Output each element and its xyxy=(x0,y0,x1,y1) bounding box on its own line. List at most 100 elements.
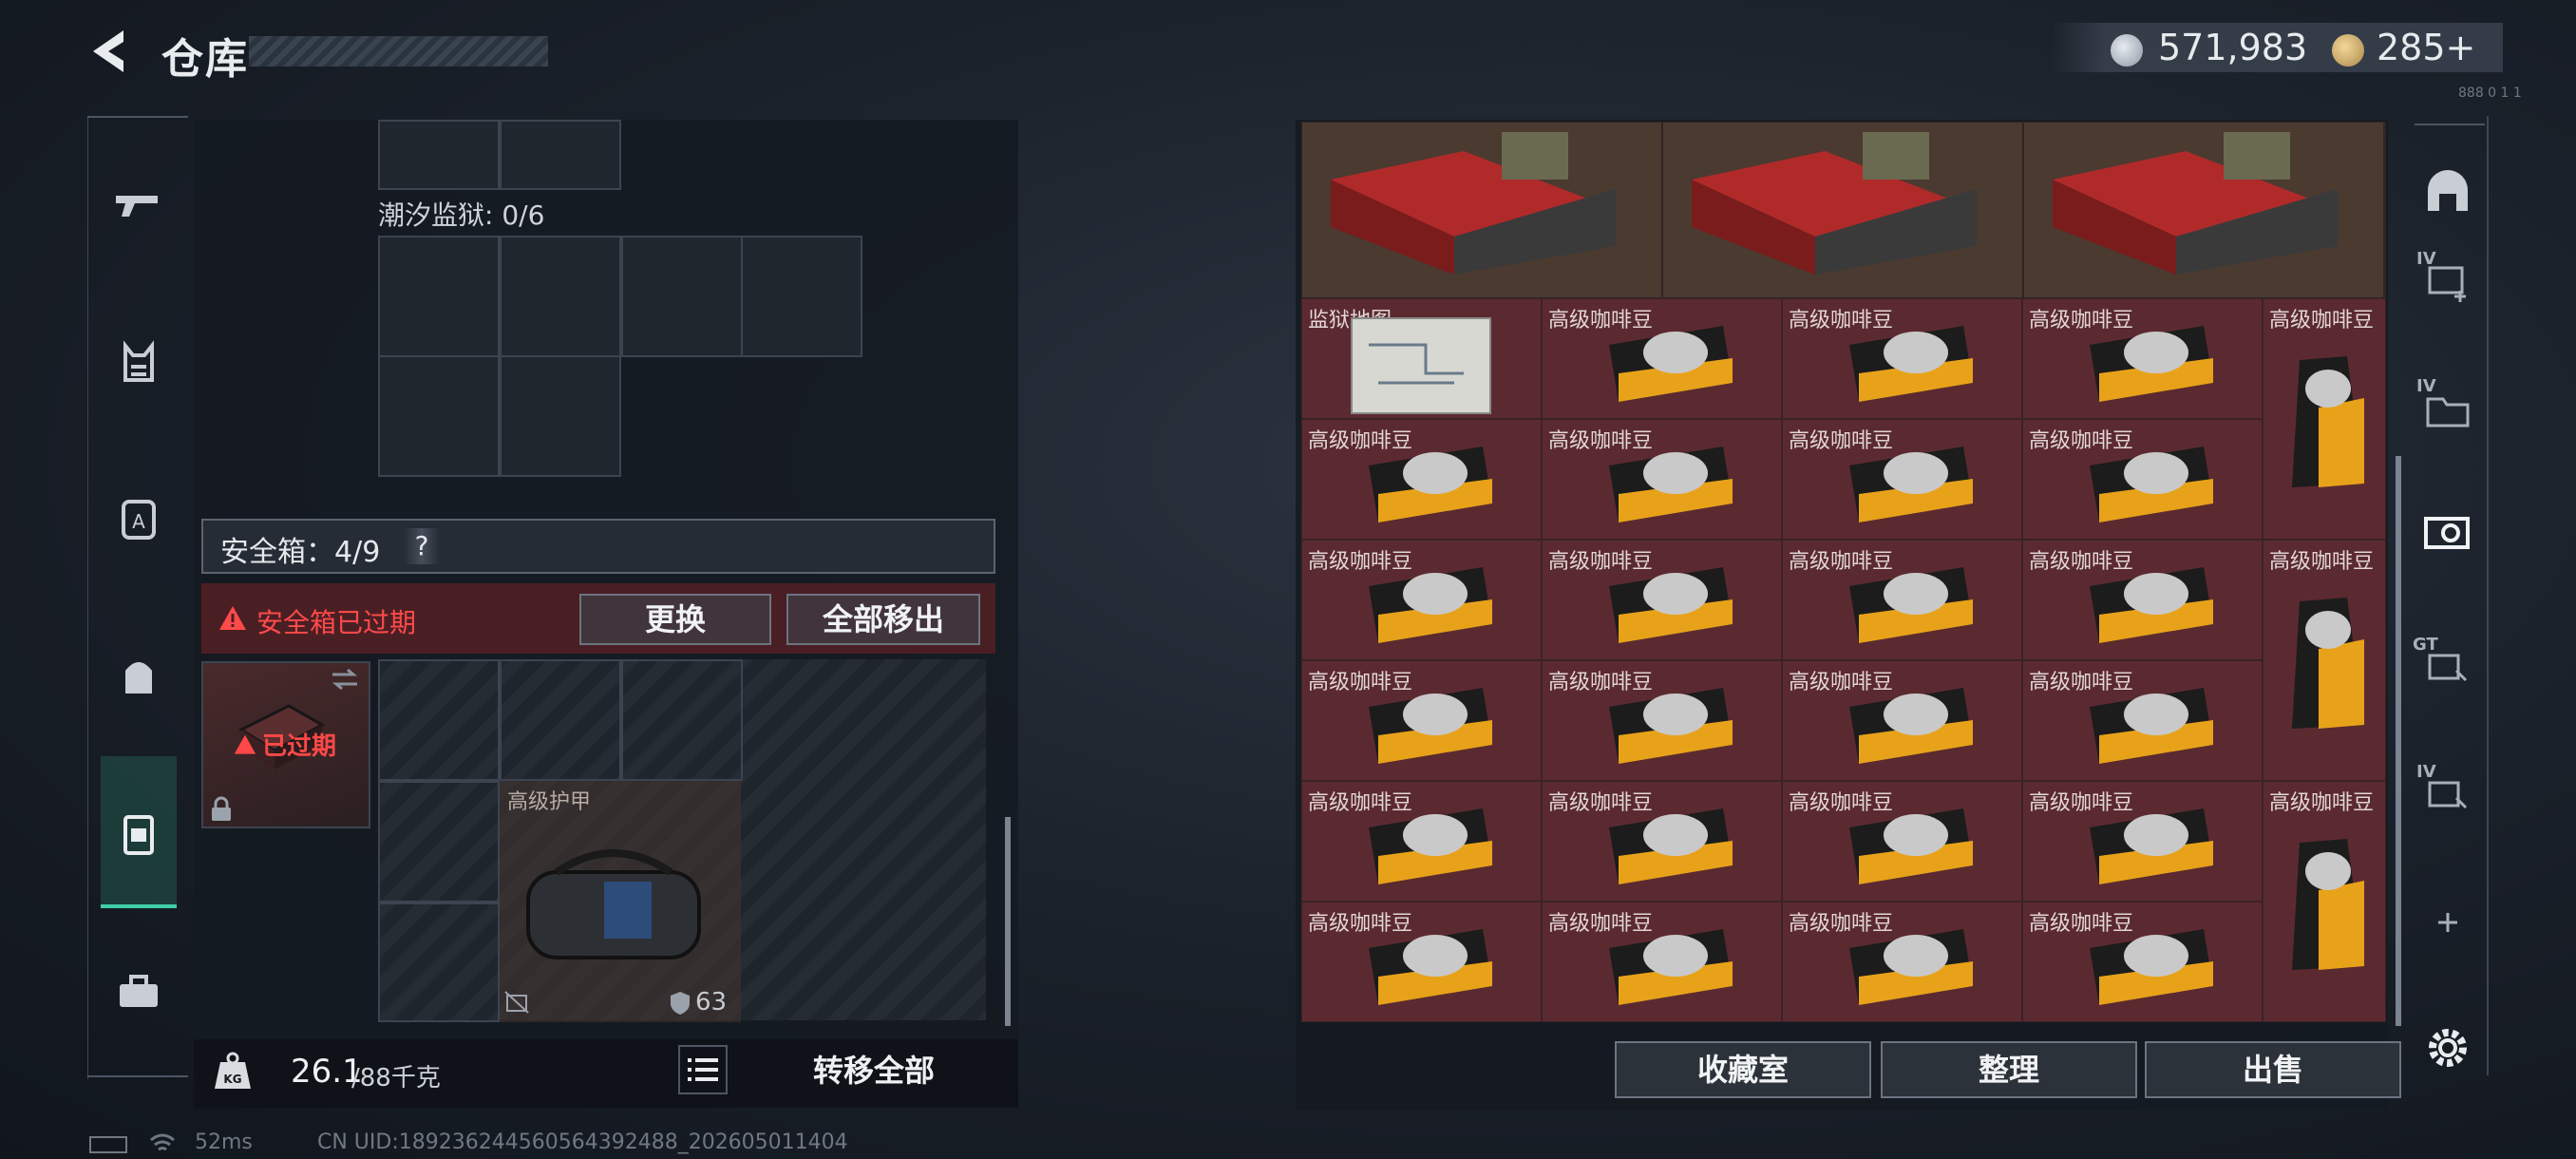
backpack-a-icon[interactable]: A xyxy=(104,484,173,553)
coffee-bag-image xyxy=(1849,808,1973,884)
grid-slot[interactable] xyxy=(378,236,500,357)
safebox-icon[interactable] xyxy=(104,800,173,868)
vest-icon[interactable] xyxy=(104,329,173,397)
coffee-bean-item[interactable]: 高级咖啡豆 xyxy=(1542,540,1782,660)
coffee-bean-item[interactable]: 高级咖啡豆 xyxy=(1542,902,1782,1022)
move-all-out-button[interactable]: 全部移出 xyxy=(786,594,980,645)
coffee-bean-item[interactable]: 高级咖啡豆 xyxy=(1301,540,1542,660)
supply-crate-image xyxy=(1692,132,1977,275)
prison-map-item[interactable]: 监狱地图 xyxy=(1301,298,1542,419)
collection-room-button[interactable]: 收藏室 xyxy=(1615,1041,1871,1098)
coffee-bean-item[interactable]: 高级咖啡豆 xyxy=(1782,419,2022,540)
replace-button[interactable]: 更换 xyxy=(579,594,771,645)
coffee-bean-item[interactable]: 高级咖啡豆 xyxy=(1542,298,1782,419)
supply-crate-item[interactable] xyxy=(2023,122,2384,298)
transfer-all-button[interactable]: 转移全部 xyxy=(750,1045,997,1096)
coffee-bean-item[interactable]: 高级咖啡豆 xyxy=(2022,902,2263,1022)
armor-bag-image xyxy=(526,849,701,960)
grid-tab-icon[interactable] xyxy=(2415,633,2481,699)
coffee-bean-item[interactable]: 高级咖啡豆 xyxy=(1782,298,2022,419)
warning-icon xyxy=(219,606,246,630)
sort-button[interactable]: 整理 xyxy=(1881,1041,2137,1098)
back-arrow-icon[interactable] xyxy=(85,25,139,78)
coffee-bean-item[interactable]: 高级咖啡豆 xyxy=(1782,902,2022,1022)
grid-slot[interactable] xyxy=(621,659,743,781)
grid-slot[interactable] xyxy=(621,236,743,357)
folder-icon[interactable] xyxy=(2415,376,2481,443)
grid-slot[interactable] xyxy=(500,120,621,190)
coffee-bag-image xyxy=(1609,567,1733,643)
weapon-icon[interactable] xyxy=(104,169,173,238)
grid-slot[interactable] xyxy=(500,236,621,357)
stash-scrollbar[interactable] xyxy=(2396,456,2401,1026)
coffee-bag-image xyxy=(1849,446,1973,522)
coffee-bag-image xyxy=(2090,808,2213,884)
left-category-nav xyxy=(87,116,191,1079)
grid-slot[interactable] xyxy=(378,781,500,902)
coffee-bag-large-image xyxy=(2292,839,2364,970)
grid-slot[interactable] xyxy=(378,659,500,781)
coffee-bean-item[interactable]: 高级咖啡豆 xyxy=(2022,419,2263,540)
coffee-bean-item[interactable]: 高级咖啡豆 xyxy=(1301,902,1542,1022)
grid-tab-icon[interactable] xyxy=(2415,760,2481,826)
safebox-expired-label: 已过期 xyxy=(262,732,337,761)
toolbox-icon[interactable] xyxy=(104,960,173,1028)
coffee-bean-item[interactable]: 高级咖啡豆 xyxy=(1782,660,2022,781)
coffee-bean-item[interactable]: 高级咖啡豆 xyxy=(1542,781,1782,902)
svg-text:KG: KG xyxy=(223,1073,241,1086)
coffee-bag-large-image xyxy=(2292,598,2364,729)
coffee-bean-item[interactable]: 高级咖啡豆 xyxy=(2022,660,2263,781)
armor-item[interactable] xyxy=(500,781,741,1022)
coffee-bag-image xyxy=(1369,446,1492,522)
coffee-bag-large-image xyxy=(2292,356,2364,487)
coffee-bean-item[interactable]: 高级咖啡豆 xyxy=(2022,298,2263,419)
coffee-bean-large-item[interactable]: 高级咖啡豆 xyxy=(2263,298,2386,540)
coffee-bean-item[interactable]: 高级咖啡豆 xyxy=(1301,660,1542,781)
inventory-scrollbar[interactable] xyxy=(1005,817,1011,1026)
grid-slot[interactable] xyxy=(378,902,500,1022)
list-icon[interactable] xyxy=(678,1045,728,1094)
grid-slot[interactable] xyxy=(500,355,621,477)
add-tab-icon[interactable] xyxy=(2415,249,2481,315)
coffee-bean-large-item[interactable]: 高级咖啡豆 xyxy=(2263,781,2386,1022)
vault-icon[interactable] xyxy=(2415,500,2481,566)
swap-icon[interactable] xyxy=(329,667,361,692)
coffee-bag-image xyxy=(1849,567,1973,643)
coffee-bag-image xyxy=(1369,688,1492,764)
grid-slot[interactable] xyxy=(378,120,500,190)
gold-coin-icon xyxy=(2332,34,2364,66)
currency-secondary-value[interactable]: 285+ xyxy=(2377,27,2475,68)
coffee-bean-item[interactable]: 高级咖啡豆 xyxy=(1782,781,2022,902)
coffee-bean-item[interactable]: 高级咖啡豆 xyxy=(2022,781,2263,902)
no-insurance-icon xyxy=(504,991,529,1014)
supply-crate-item[interactable] xyxy=(1662,122,2023,298)
coffee-bean-item[interactable]: 高级咖啡豆 xyxy=(1301,781,1542,902)
coffee-bag-image xyxy=(2090,446,2213,522)
coffee-bean-item[interactable]: 高级咖啡豆 xyxy=(1301,419,1542,540)
backpack-icon[interactable] xyxy=(104,642,173,711)
coffee-bean-item[interactable]: 高级咖啡豆 xyxy=(1782,540,2022,660)
grid-slot[interactable] xyxy=(741,236,862,357)
map-image xyxy=(1351,317,1491,414)
item-label: 高级咖啡豆 xyxy=(2269,791,2375,815)
plus-icon[interactable] xyxy=(2415,889,2481,956)
nav-divider xyxy=(2415,124,2485,125)
currency-primary-value: 571,983 xyxy=(2158,27,2308,68)
coffee-bean-item[interactable]: 高级咖啡豆 xyxy=(1542,660,1782,781)
grid-slot[interactable] xyxy=(378,355,500,477)
coffee-bean-item[interactable]: 高级咖啡豆 xyxy=(2022,540,2263,660)
silver-coin-icon xyxy=(2111,34,2143,66)
grid-slot[interactable] xyxy=(500,659,621,781)
coffee-bean-large-item[interactable]: 高级咖啡豆 xyxy=(2263,540,2386,781)
coffee-bean-item[interactable]: 高级咖啡豆 xyxy=(1542,419,1782,540)
item-label: 高级咖啡豆 xyxy=(2269,309,2375,332)
coffee-bag-image xyxy=(1369,567,1492,643)
arch-icon[interactable] xyxy=(2415,158,2481,224)
gear-icon[interactable] xyxy=(2415,1015,2481,1081)
sell-button[interactable]: 出售 xyxy=(2145,1041,2401,1098)
help-button[interactable]: ? xyxy=(404,528,440,564)
supply-crate-item[interactable] xyxy=(1301,122,1662,298)
user-uid: CN UID:18923624456056439248​8_2026050114… xyxy=(317,1130,848,1154)
title-decoration xyxy=(249,36,548,66)
coffee-bag-image xyxy=(1849,929,1973,1005)
